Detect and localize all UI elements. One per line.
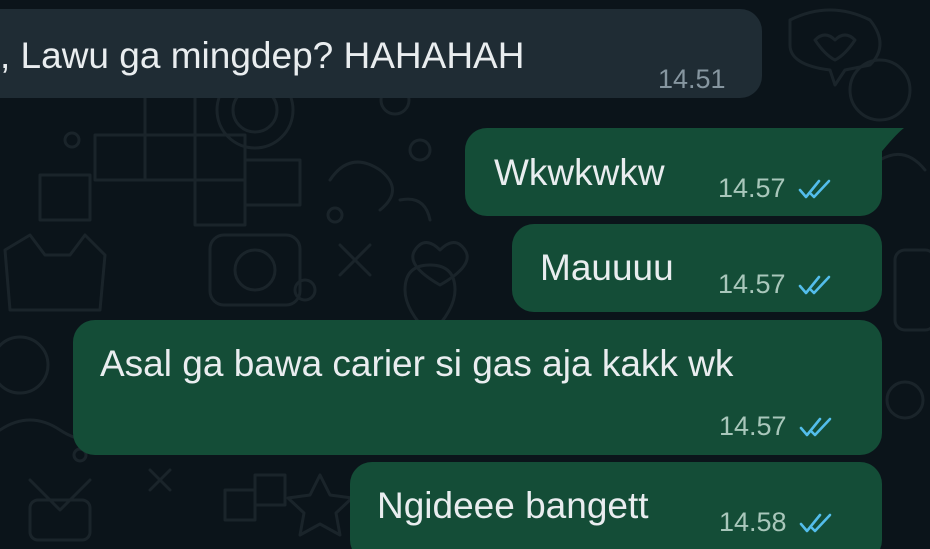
message-text: Wkwkwkw <box>494 152 665 193</box>
message-time: 14.57 <box>718 173 786 203</box>
chat-area[interactable]: , Lawu ga mingdep? HAHAHAH 14.51 Wkwkwkw… <box>0 0 930 549</box>
message-text: , Lawu ga mingdep? HAHAHAH <box>0 35 525 76</box>
message-time: 14.58 <box>719 507 787 537</box>
message-bubble-outgoing[interactable]: Wkwkwkw 14.57 <box>465 128 882 216</box>
message-time: 14.57 <box>718 269 786 299</box>
message-text: Asal ga bawa carier si gas aja kakk wk <box>100 343 734 384</box>
message-text: Ngideee bangett <box>377 485 649 526</box>
bubble-tail <box>878 128 904 156</box>
message-bubble-outgoing[interactable]: Asal ga bawa carier si gas aja kakk wk 1… <box>73 320 882 455</box>
message-meta: 14.58 <box>719 509 833 536</box>
message-bubble-outgoing[interactable]: Ngideee bangett 14.58 <box>350 462 882 549</box>
message-meta: 14.57 <box>718 271 832 298</box>
double-check-icon <box>799 513 831 532</box>
message-bubble-incoming[interactable]: , Lawu ga mingdep? HAHAHAH 14.51 <box>0 9 762 98</box>
message-meta: 14.57 <box>718 175 832 202</box>
double-check-icon <box>799 417 831 436</box>
message-meta: 14.57 <box>719 413 833 440</box>
double-check-icon <box>798 179 830 198</box>
message-meta: 14.51 <box>658 66 726 93</box>
message-text: Mauuuu <box>540 247 674 288</box>
message-time: 14.51 <box>658 64 726 94</box>
double-check-icon <box>798 275 830 294</box>
message-bubble-outgoing[interactable]: Mauuuu 14.57 <box>512 224 882 312</box>
message-time: 14.57 <box>719 411 787 441</box>
